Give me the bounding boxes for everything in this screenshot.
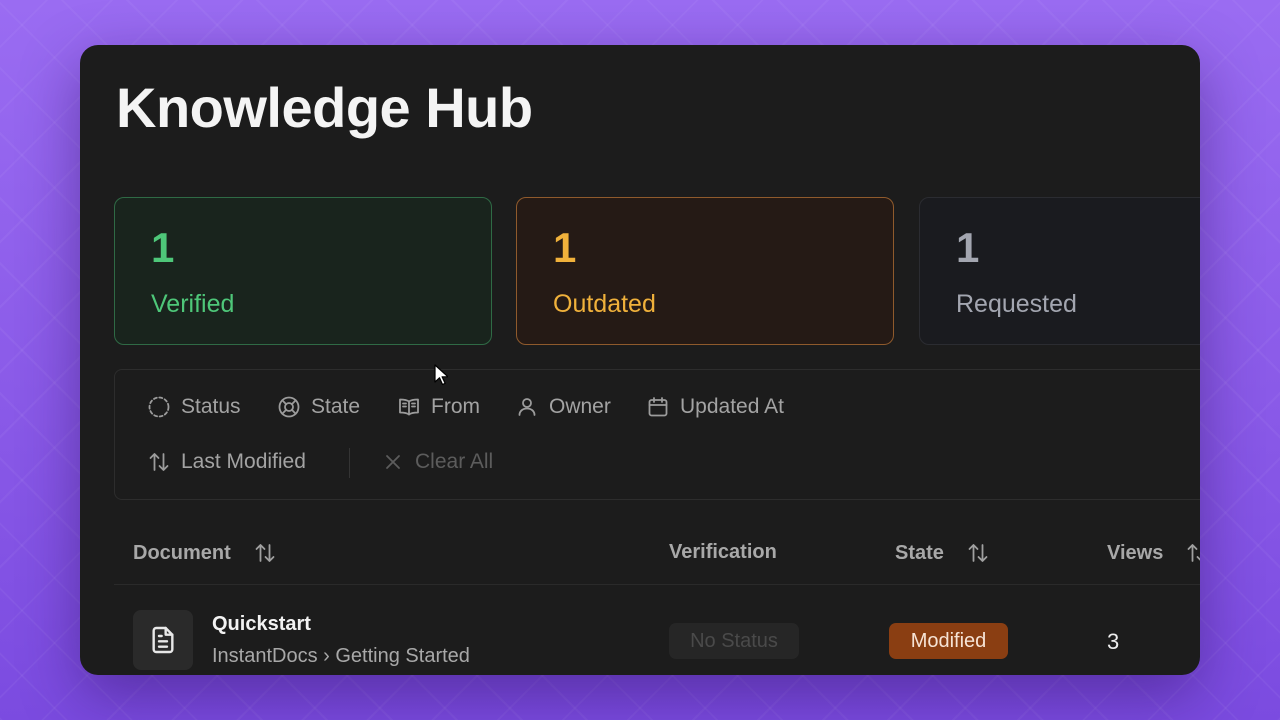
table-header: Document Verification State Views — [114, 535, 1200, 585]
stat-label: Verified — [151, 290, 235, 318]
verification-badge: No Status — [669, 623, 799, 659]
mouse-cursor-icon — [434, 364, 448, 386]
knowledge-hub-window: Knowledge Hub 1 Verified 1 Outdated 1 Re… — [80, 45, 1200, 675]
filter-updated-at-label: Updated At — [680, 395, 784, 418]
stat-card-outdated[interactable]: 1 Outdated — [516, 197, 894, 345]
filter-updated-at-button[interactable]: Updated At — [646, 395, 784, 419]
document-icon — [133, 610, 193, 670]
filter-status-button[interactable]: Status — [147, 395, 241, 419]
clear-all-button[interactable]: Clear All — [381, 450, 493, 474]
column-views-label: Views — [1107, 541, 1164, 564]
column-document-label: Document — [133, 541, 231, 564]
column-verification-label: Verification — [669, 541, 777, 563]
views-count: 3 — [1107, 629, 1120, 654]
stat-count: 1 — [956, 224, 980, 271]
sort-arrows-icon[interactable] — [1185, 541, 1200, 565]
stat-card-requested[interactable]: 1 Requested — [919, 197, 1200, 345]
stat-card-verified[interactable]: 1 Verified — [114, 197, 492, 345]
column-verification: Verification — [669, 541, 777, 564]
calendar-icon — [648, 397, 668, 417]
stat-label: Requested — [956, 290, 1077, 318]
sort-arrows-icon — [149, 453, 169, 471]
filter-owner-label: Owner — [549, 395, 611, 418]
sort-last-modified-button[interactable]: Last Modified — [147, 450, 306, 474]
filter-from-button[interactable]: From — [397, 395, 480, 419]
column-views[interactable]: Views — [1107, 541, 1200, 565]
sort-arrows-icon[interactable] — [253, 541, 277, 565]
page-title: Knowledge Hub — [116, 76, 533, 139]
book-open-icon — [399, 398, 419, 416]
filter-divider — [349, 448, 350, 478]
filter-bar: Status State From Owner Updated At Last … — [114, 369, 1200, 500]
dashed-circle-icon — [148, 396, 170, 418]
lifebuoy-icon — [278, 396, 300, 418]
stat-label: Outdated — [553, 290, 656, 318]
document-title[interactable]: Quickstart — [212, 613, 311, 636]
sort-last-modified-label: Last Modified — [181, 450, 306, 473]
filter-state-label: State — [311, 395, 361, 418]
user-icon — [518, 398, 536, 416]
table-row[interactable]: Quickstart InstantDocs › Getting Started… — [114, 601, 1200, 675]
column-state[interactable]: State — [895, 541, 990, 565]
filter-state-button[interactable]: State — [277, 395, 360, 419]
close-icon — [386, 455, 400, 469]
clear-all-label: Clear All — [415, 450, 494, 473]
document-path: InstantDocs › Getting Started — [212, 645, 470, 667]
sort-arrows-icon[interactable] — [966, 541, 990, 565]
stat-count: 1 — [151, 224, 175, 271]
column-document[interactable]: Document — [133, 541, 277, 565]
filter-owner-button[interactable]: Owner — [515, 395, 611, 419]
stat-count: 1 — [553, 224, 577, 271]
column-state-label: State — [895, 541, 944, 564]
filter-from-label: From — [431, 395, 480, 418]
state-badge: Modified — [889, 623, 1008, 659]
filter-status-label: Status — [181, 395, 241, 418]
